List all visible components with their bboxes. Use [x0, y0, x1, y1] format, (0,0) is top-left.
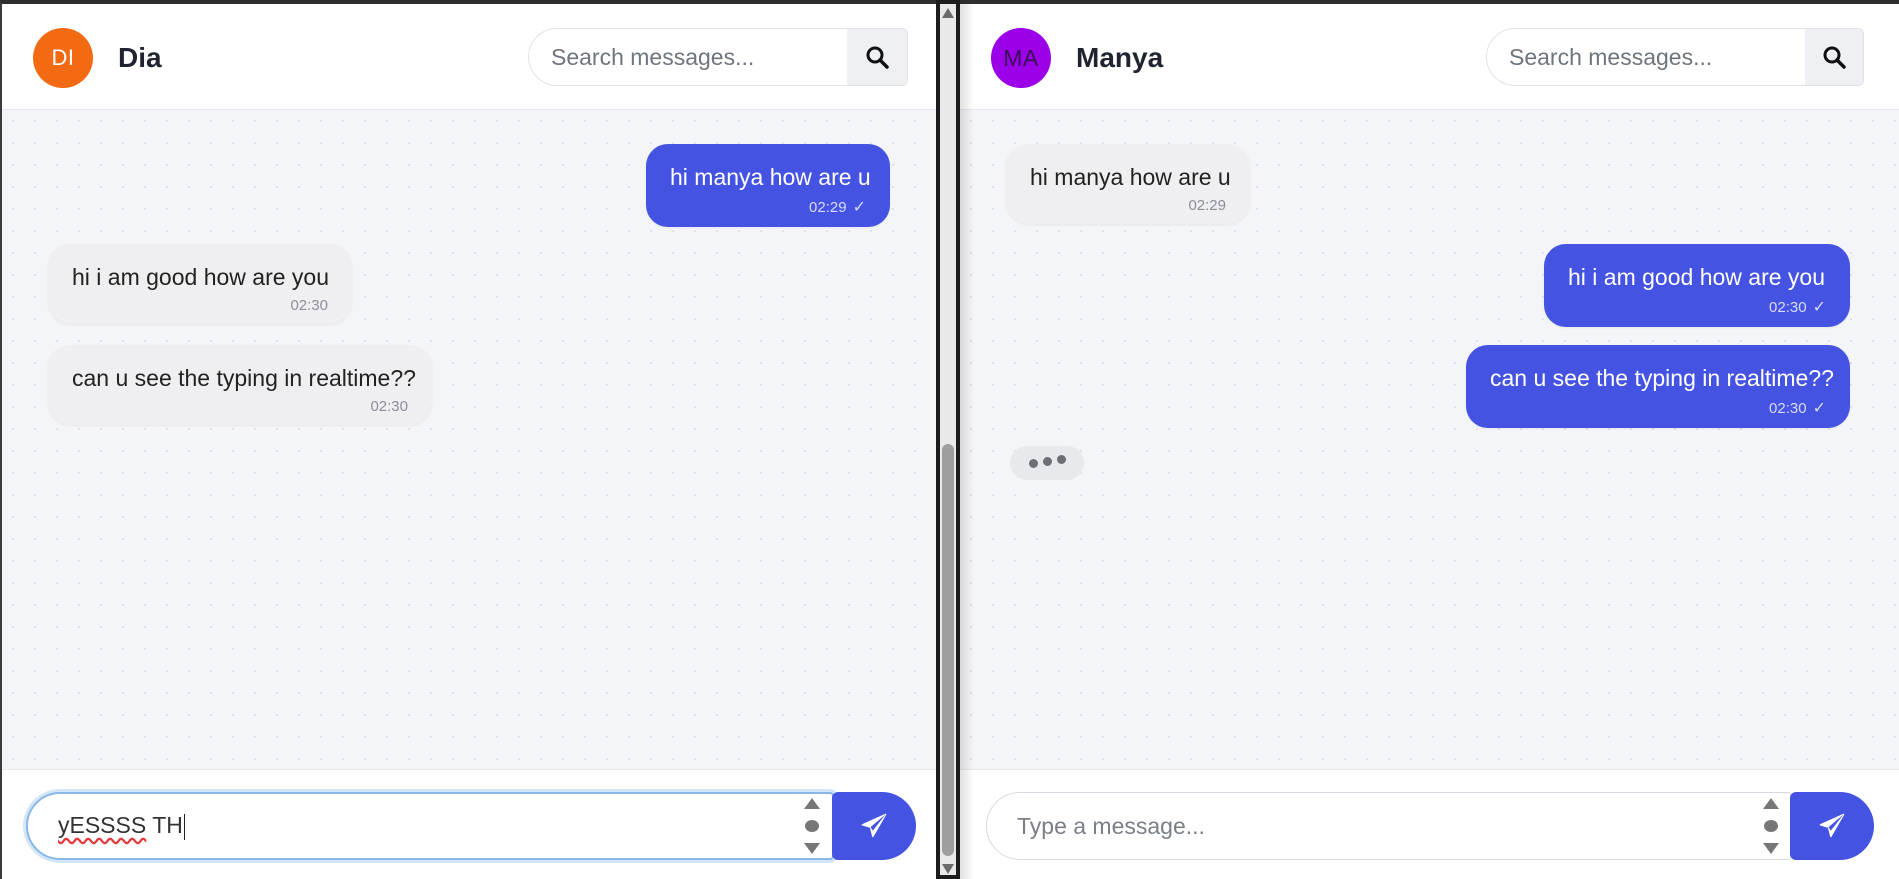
- arrow-down-icon: [804, 843, 820, 854]
- composer: yESSSS TH: [2, 769, 936, 879]
- arrow-down-icon: [1763, 843, 1779, 854]
- resize-spinner[interactable]: [1761, 798, 1781, 854]
- message-time: 02:29: [809, 198, 847, 216]
- message-list: hi manya how are u 02:29 hi i am good ho…: [960, 110, 1899, 769]
- message-input-box[interactable]: [986, 792, 1792, 860]
- check-icon: ✓: [1812, 299, 1826, 316]
- message-bubble-incoming: hi manya how are u 02:29: [1006, 144, 1250, 224]
- search-icon: [1823, 46, 1846, 69]
- composer: [960, 769, 1899, 879]
- typing-dot: [1042, 456, 1052, 466]
- contact-name: Dia: [118, 42, 162, 73]
- message-list: hi manya how are u 02:29 ✓ hi i am good …: [2, 110, 936, 769]
- scroll-down-icon[interactable]: [942, 864, 954, 874]
- search-input[interactable]: [529, 29, 847, 85]
- message-text: can u see the typing in realtime??: [1490, 365, 1834, 391]
- search-input[interactable]: [1487, 29, 1805, 85]
- message-time: 02:30: [1769, 399, 1807, 417]
- dot-icon: [805, 820, 819, 832]
- screen: DI Dia hi manya how are u 02:29 ✓: [0, 0, 1899, 879]
- scroll-up-icon[interactable]: [942, 8, 954, 18]
- message-meta: 02:30: [72, 398, 408, 415]
- message-text: hi manya how are u: [1030, 164, 1231, 190]
- send-button[interactable]: [832, 792, 916, 860]
- message-meta: 02:30 ✓: [1490, 398, 1826, 418]
- message-time: 02:30: [370, 398, 408, 415]
- typing-indicator: [1010, 446, 1084, 480]
- scrollbar-thumb[interactable]: [942, 444, 954, 856]
- dot-icon: [1764, 820, 1778, 832]
- resize-spinner[interactable]: [802, 798, 822, 854]
- message-bubble-outgoing: can u see the typing in realtime?? 02:30…: [1466, 345, 1850, 428]
- arrow-up-icon: [804, 798, 820, 809]
- paper-plane-icon: [861, 813, 887, 838]
- paper-plane-icon: [1819, 813, 1845, 838]
- message-meta: 02:30: [72, 297, 328, 314]
- contact-name: Manya: [1076, 42, 1164, 73]
- typed-rest: TH: [146, 812, 183, 839]
- message-meta: 02:29: [1030, 197, 1226, 214]
- message-time: 02:30: [290, 297, 328, 314]
- search-bar: [528, 28, 908, 86]
- avatar: DI: [33, 28, 93, 88]
- avatar: MA: [991, 28, 1051, 88]
- chat-window-manya: MA Manya hi manya how are u 02:29: [960, 0, 1899, 879]
- typing-dot: [1056, 454, 1066, 464]
- message-bubble-outgoing: hi i am good how are you 02:30 ✓: [1544, 244, 1850, 327]
- search-button[interactable]: [847, 29, 907, 85]
- message-bubble-incoming: hi i am good how are you 02:30: [48, 244, 352, 324]
- arrow-up-icon: [1763, 798, 1779, 809]
- typing-dot: [1028, 458, 1038, 468]
- message-text: hi i am good how are you: [1568, 264, 1825, 290]
- message-time: 02:30: [1769, 298, 1807, 316]
- message-meta: 02:30 ✓: [1568, 297, 1826, 317]
- message-text: hi i am good how are you: [72, 264, 329, 290]
- message-text: hi manya how are u: [670, 164, 871, 190]
- send-button[interactable]: [1790, 792, 1874, 860]
- message-input[interactable]: [987, 812, 1761, 840]
- search-button[interactable]: [1805, 29, 1863, 85]
- chat-window-dia: DI Dia hi manya how are u 02:29 ✓: [0, 0, 936, 879]
- search-bar: [1486, 28, 1864, 86]
- message-bubble-outgoing: hi manya how are u 02:29 ✓: [646, 144, 890, 227]
- message-time: 02:29: [1188, 197, 1226, 214]
- chat-header: DI Dia: [2, 4, 936, 110]
- message-text: can u see the typing in realtime??: [72, 365, 416, 391]
- search-icon: [866, 46, 889, 69]
- check-icon: ✓: [852, 199, 866, 216]
- misspelled-word: yESSSS: [58, 812, 147, 839]
- message-input[interactable]: yESSSS TH: [28, 812, 802, 840]
- chat-header: MA Manya: [960, 4, 1899, 110]
- message-meta: 02:29 ✓: [670, 197, 866, 217]
- message-input-box[interactable]: yESSSS TH: [26, 792, 834, 860]
- check-icon: ✓: [1812, 400, 1826, 417]
- message-bubble-incoming: can u see the typing in realtime?? 02:30: [48, 345, 432, 425]
- text-caret: [183, 813, 185, 840]
